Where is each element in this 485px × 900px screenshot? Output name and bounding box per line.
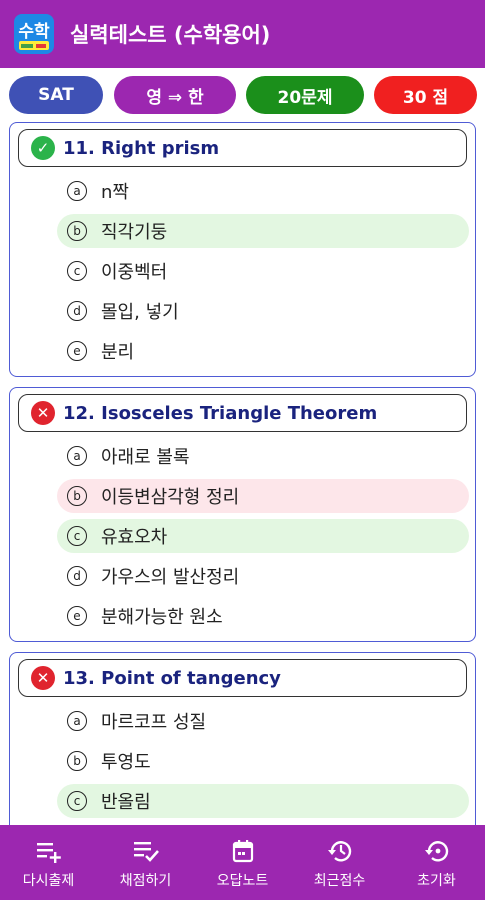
- option-text: n짝: [101, 182, 129, 203]
- question-card: ✕ 13. Point of tangency a 마르코프 성질 b 투영도 …: [9, 652, 476, 852]
- nav-regenerate-label: 다시출제: [22, 872, 75, 889]
- option-mark: a: [67, 711, 87, 731]
- page-title: 실력테스트 (수학용어): [70, 23, 271, 47]
- option-a[interactable]: a n짝: [57, 174, 469, 208]
- option-text: 마르코프 성질: [101, 712, 207, 733]
- app-logo-icon: 수학: [14, 14, 54, 54]
- close-icon: ✕: [31, 401, 55, 425]
- option-mark: b: [67, 751, 87, 771]
- level-pill-label: SAT: [38, 85, 74, 105]
- option-mark: a: [67, 181, 87, 201]
- option-b[interactable]: b 투영도: [57, 744, 469, 778]
- nav-recent-score-label: 최근점수: [313, 872, 366, 889]
- option-mark: d: [67, 301, 87, 321]
- option-b[interactable]: b 이등변삼각형 정리: [57, 479, 469, 513]
- nav-grade-label: 채점하기: [119, 872, 172, 889]
- option-mark: d: [67, 566, 87, 586]
- score-pill[interactable]: 30 점: [374, 76, 477, 114]
- nav-wrong-note-label: 오답노트: [216, 872, 269, 889]
- option-e[interactable]: e 분해가능한 원소: [57, 599, 469, 633]
- nav-reset-label: 초기화: [417, 872, 456, 889]
- option-a[interactable]: a 아래로 볼록: [57, 439, 469, 473]
- question-header[interactable]: ✕ 13. Point of tangency: [18, 659, 467, 697]
- close-icon: ✕: [31, 666, 55, 690]
- question-title: 12. Isosceles Triangle Theorem: [63, 402, 378, 424]
- option-mark: c: [67, 261, 87, 281]
- playlist-check-icon: [133, 841, 159, 862]
- option-text: 이등변삼각형 정리: [101, 487, 240, 508]
- option-text: 이중벡터: [101, 262, 168, 283]
- app-logo-text: 수학: [18, 22, 50, 42]
- question-count-label: 20문제: [277, 87, 333, 108]
- app-bar: 수학 실력테스트 (수학용어): [0, 0, 485, 68]
- score-label: 30 점: [402, 87, 449, 108]
- level-pill[interactable]: SAT: [9, 76, 103, 114]
- check-icon: ✓: [31, 136, 55, 160]
- option-c[interactable]: c 이중벡터: [57, 254, 469, 288]
- calendar-icon: [232, 839, 253, 862]
- option-text: 아래로 볼록: [101, 447, 190, 468]
- option-text: 반올림: [101, 792, 151, 813]
- option-e[interactable]: e 분리: [57, 334, 469, 368]
- question-card: ✓ 11. Right prism a n짝 b 직각기둥 c 이중벡터 d 몰…: [9, 122, 476, 377]
- question-card: ✕ 12. Isosceles Triangle Theorem a 아래로 볼…: [9, 387, 476, 642]
- nav-reset[interactable]: 초기화: [388, 825, 485, 900]
- nav-grade[interactable]: 채점하기: [97, 825, 194, 900]
- restore-icon: [424, 840, 448, 861]
- option-mark: c: [67, 791, 87, 811]
- filter-pills: SAT 영 ⇒ 한 20문제 30 점: [0, 74, 485, 116]
- question-header[interactable]: ✕ 12. Isosceles Triangle Theorem: [18, 394, 467, 432]
- bottom-navigation: 다시출제 채점하기 오답노트 최근점수 초기화: [0, 825, 485, 900]
- direction-pill[interactable]: 영 ⇒ 한: [114, 76, 236, 114]
- option-text: 가우스의 발산정리: [101, 567, 240, 588]
- nav-regenerate[interactable]: 다시출제: [0, 825, 97, 900]
- option-text: 투영도: [101, 752, 151, 773]
- option-mark: a: [67, 446, 87, 466]
- question-title: 11. Right prism: [63, 137, 220, 159]
- option-mark: c: [67, 526, 87, 546]
- option-text: 직각기둥: [101, 222, 168, 243]
- option-c[interactable]: c 유효오차: [57, 519, 469, 553]
- option-mark: e: [67, 606, 87, 626]
- nav-wrong-note[interactable]: 오답노트: [194, 825, 291, 900]
- option-text: 분해가능한 원소: [101, 607, 223, 628]
- option-mark: b: [67, 486, 87, 506]
- playlist-add-icon: [36, 842, 61, 863]
- question-title: 13. Point of tangency: [63, 667, 281, 689]
- nav-recent-score[interactable]: 최근점수: [291, 825, 388, 900]
- option-a[interactable]: a 마르코프 성질: [57, 704, 469, 738]
- option-text: 유효오차: [101, 527, 168, 548]
- option-d[interactable]: d 몰입, 넣기: [57, 294, 469, 328]
- option-text: 몰입, 넣기: [101, 302, 179, 323]
- option-text: 분리: [101, 342, 135, 363]
- option-b[interactable]: b 직각기둥: [57, 214, 469, 248]
- option-c[interactable]: c 반올림: [57, 784, 469, 818]
- question-count-pill[interactable]: 20문제: [246, 76, 364, 114]
- direction-pill-label: 영 ⇒ 한: [146, 87, 204, 108]
- option-d[interactable]: d 가우스의 발산정리: [57, 559, 469, 593]
- history-icon: [327, 840, 351, 861]
- option-mark: e: [67, 341, 87, 361]
- option-mark: b: [67, 221, 87, 241]
- question-header[interactable]: ✓ 11. Right prism: [18, 129, 467, 167]
